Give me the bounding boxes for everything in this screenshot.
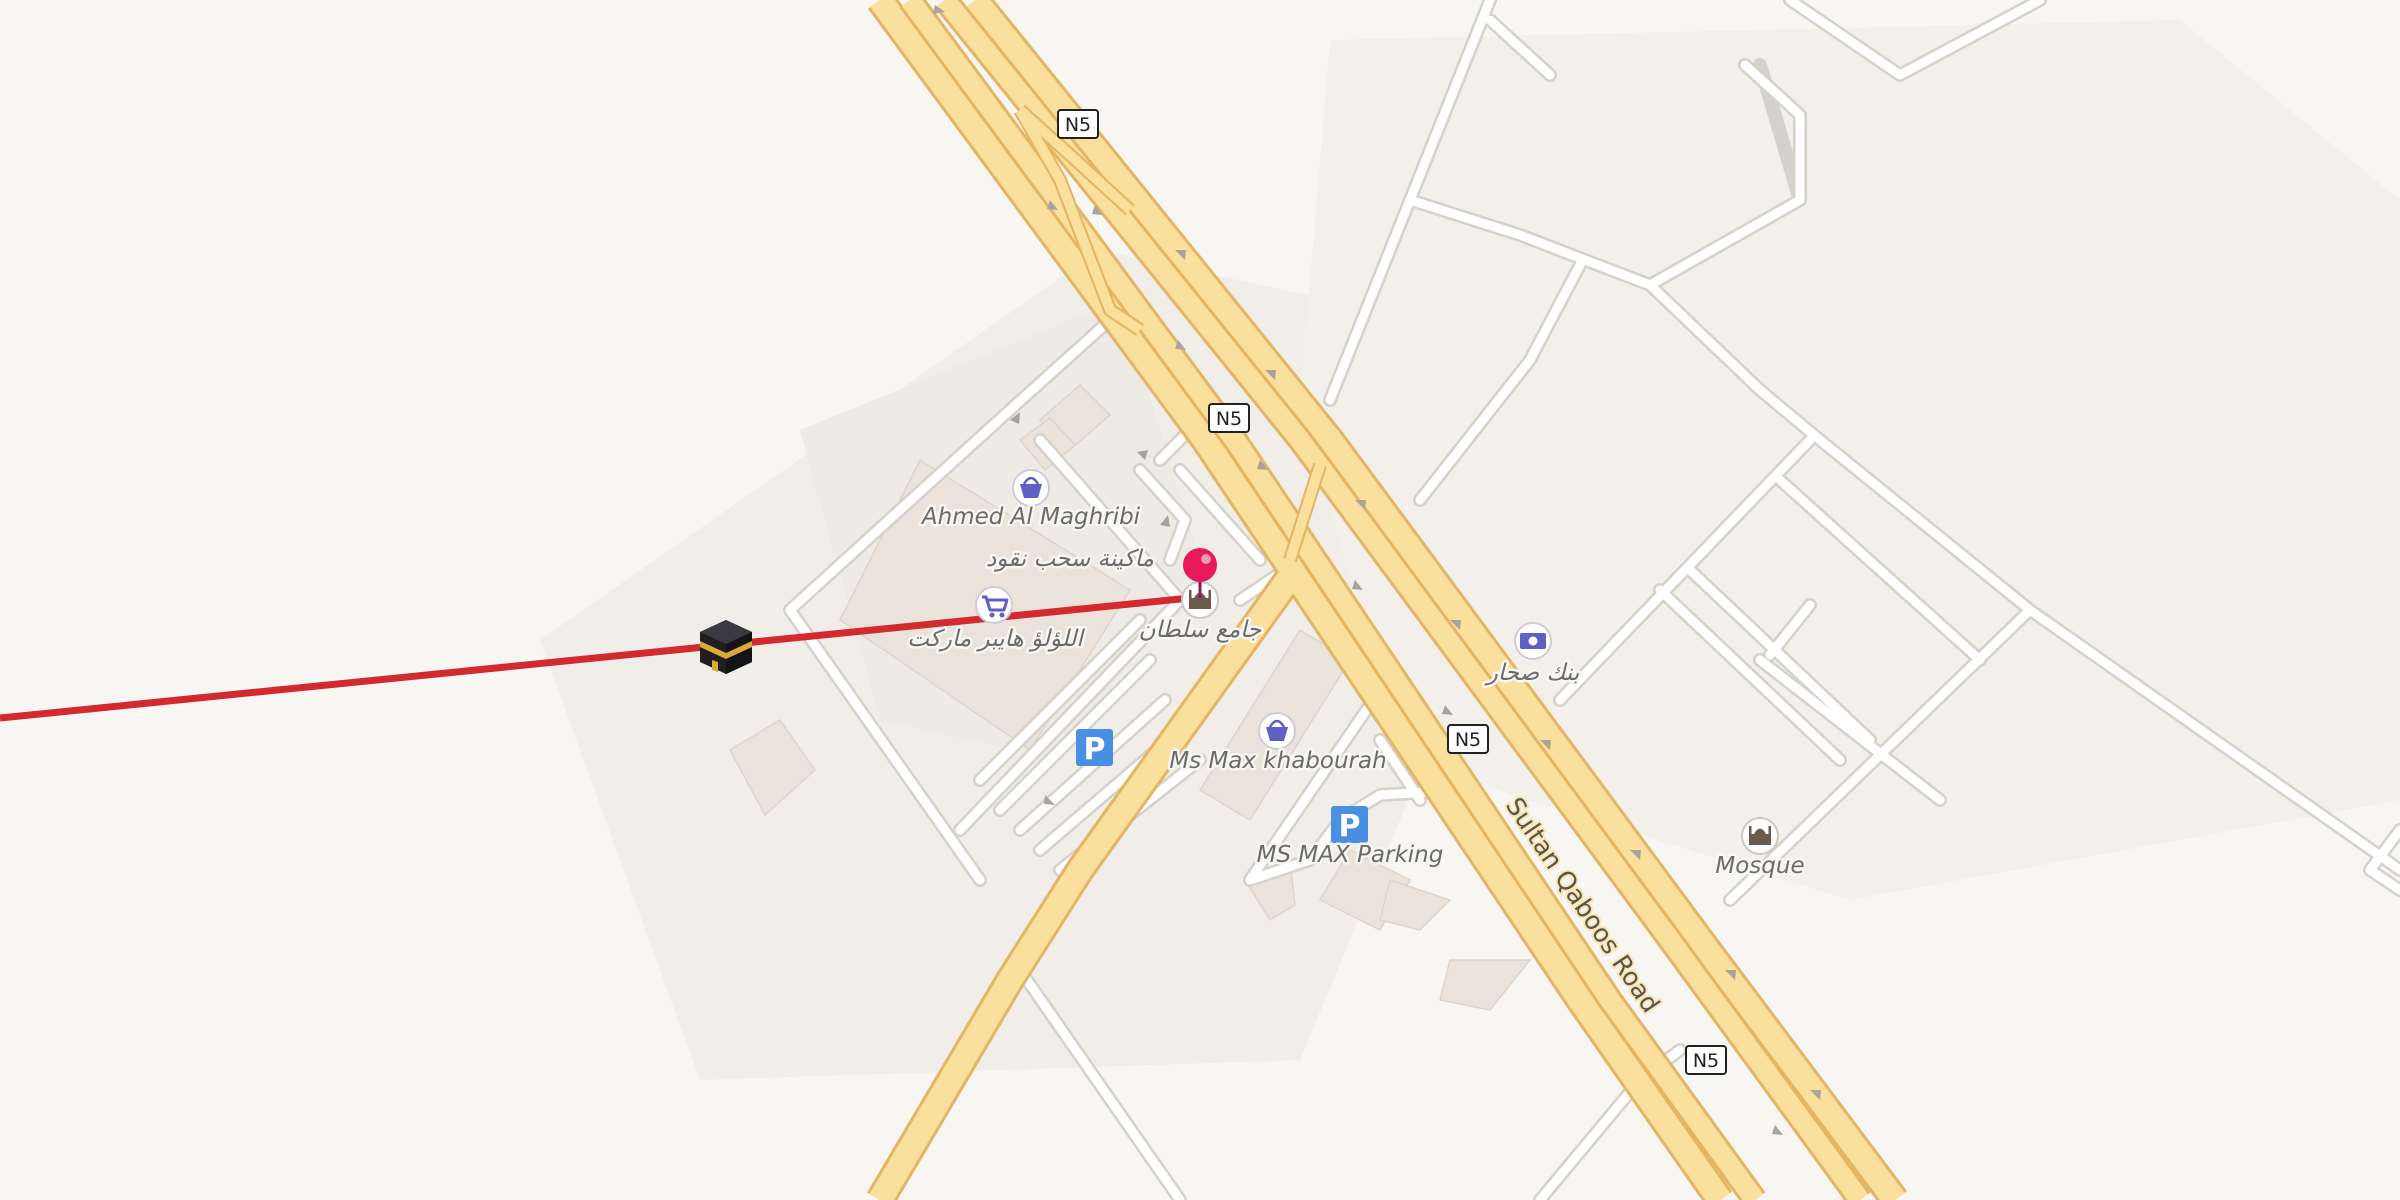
- road-shield-n5-top: N5: [1057, 109, 1099, 139]
- svg-text:P: P: [1084, 732, 1106, 767]
- poi-label: ماكينة سحب نقود: [986, 546, 1154, 572]
- poi-label: MS MAX Parking: [1257, 842, 1444, 868]
- poi-label: Mosque: [1715, 853, 1804, 879]
- poi-label: بنك صحار: [1484, 660, 1580, 686]
- parking-icon: P: [1076, 729, 1113, 767]
- poi-label: اللؤلؤ هايبر ماركت: [907, 626, 1085, 652]
- svg-text:N5: N5: [1065, 114, 1091, 136]
- road-shield-n5-mid: N5: [1208, 403, 1250, 433]
- svg-text:P: P: [1339, 809, 1361, 844]
- banknote-icon: [1520, 633, 1546, 649]
- road-shield-n5-bottom: N5: [1685, 1045, 1727, 1075]
- poi-label: Ahmed Al Maghribi: [920, 504, 1141, 530]
- svg-text:N5: N5: [1455, 729, 1481, 751]
- map-canvas[interactable]: N5 N5 N5 N5 Sultan Qaboos Road Ahmed Al …: [0, 0, 2400, 1200]
- parking-icon: P: [1331, 806, 1368, 844]
- road-shield-n5-lower: N5: [1447, 724, 1489, 754]
- poi-label: Ms Max khabourah: [1169, 748, 1386, 774]
- poi-label: جامع سلطان: [1139, 617, 1263, 643]
- poi-atm[interactable]: ماكينة سحب نقود: [984, 544, 1157, 575]
- svg-text:N5: N5: [1216, 408, 1242, 430]
- poi-parking-west[interactable]: P: [1076, 729, 1113, 767]
- svg-text:N5: N5: [1693, 1050, 1719, 1072]
